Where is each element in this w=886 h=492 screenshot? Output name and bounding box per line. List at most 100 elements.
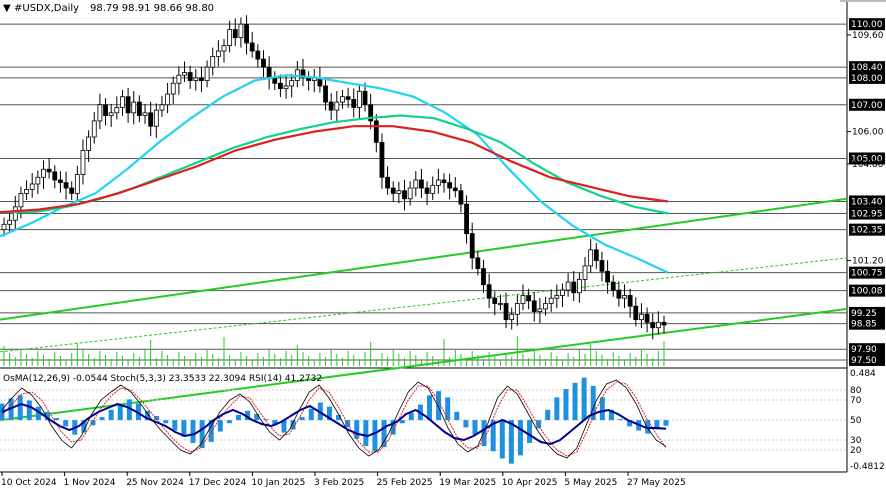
candle-body (272, 77, 278, 84)
candle-body (599, 260, 605, 272)
candle-body (165, 93, 170, 106)
time-axis-label: 10 Jan 2025 (251, 478, 305, 488)
candle-body (543, 303, 548, 310)
candle-body (142, 112, 148, 116)
candle-body (402, 190, 407, 200)
candle-body (52, 171, 58, 181)
time-axis-label: 3 Feb 2025 (314, 478, 364, 488)
indicator-tick-label: 20 (850, 446, 862, 456)
indicator-tick-label: 80 (850, 386, 862, 396)
candle-body (560, 289, 565, 296)
level-tag-label: 97.50 (851, 356, 877, 366)
candle-body (29, 183, 35, 190)
candle-body (520, 295, 526, 304)
candle-body (41, 168, 46, 178)
candle-body (278, 82, 283, 90)
level-tag-label: 102.95 (851, 210, 883, 220)
osma-bar (427, 395, 433, 421)
candle-body (588, 249, 594, 267)
candle-body (554, 295, 560, 299)
osma-bar (299, 417, 305, 421)
candle-body (509, 313, 515, 321)
osma-bar (226, 420, 232, 424)
osma-bar (618, 419, 624, 421)
candle-body (261, 58, 266, 68)
candle-body (379, 141, 385, 178)
osma-bar (26, 400, 32, 421)
candle-body (148, 112, 154, 127)
time-axis-label: 10 Apr 2025 (502, 478, 558, 488)
candle-body (46, 168, 52, 173)
candle-body (616, 289, 622, 299)
candle-body (492, 297, 498, 304)
time-axis-label: 25 Feb 2025 (377, 478, 433, 488)
indicator-tick-label: 70 (850, 396, 862, 406)
level-tag-label: 98.85 (851, 320, 877, 330)
candle-body (650, 321, 656, 329)
osma-bar (172, 420, 178, 431)
osma-bar (190, 420, 196, 443)
level-tag-label: 103.40 (851, 197, 883, 207)
candle-body (182, 72, 187, 76)
candle-body (571, 281, 577, 294)
candle-body (18, 193, 24, 208)
candle-body (266, 66, 272, 79)
candle-body (193, 77, 199, 81)
candle-body (435, 179, 441, 186)
candle-body (7, 219, 13, 225)
osma-bar (545, 409, 551, 421)
time-axis-label: 17 Dec 2024 (189, 478, 247, 488)
osma-bar (254, 413, 260, 421)
candle-body (345, 96, 351, 100)
price-tick-label: 109.60 (852, 31, 884, 41)
arrow-icon[interactable]: ▼ (3, 3, 11, 14)
candle-body (91, 120, 97, 138)
candle-body (514, 303, 520, 315)
osma-bar (117, 404, 123, 421)
osma-bar (499, 420, 505, 459)
osma-bar (372, 420, 378, 452)
time-axis-label: 5 May 2025 (564, 478, 617, 488)
candle-body (639, 313, 644, 321)
candle-body (526, 295, 532, 302)
candle-body (187, 72, 193, 81)
candle-body (475, 257, 481, 270)
osma-bar (108, 409, 114, 421)
candle-body (199, 77, 204, 81)
candle-body (469, 233, 475, 259)
candle-body (356, 90, 362, 108)
price-chart[interactable]: 110.00108.40108.00107.00105.00103.40102.… (0, 0, 886, 492)
indicator-tick-label: 0.484 (850, 369, 876, 379)
level-tag-label: 110.00 (851, 20, 883, 30)
osma-bar (408, 412, 414, 421)
osma-bar (54, 418, 60, 421)
osma-bar (217, 420, 223, 432)
candle-body (12, 206, 18, 221)
level-tag-label: 102.35 (851, 226, 883, 236)
osma-bar (63, 420, 69, 427)
scroll-indicator[interactable] (840, 0, 886, 2)
candle-body (390, 187, 396, 194)
candle-body (238, 23, 244, 39)
osma-bar (163, 420, 169, 424)
candle-body (503, 303, 509, 321)
osma-bar (563, 389, 569, 421)
candle-body (576, 278, 582, 294)
candle-body (35, 176, 41, 185)
candle-body (227, 29, 233, 47)
chart-background (0, 0, 886, 492)
candle-body (362, 90, 368, 106)
level-tag-label: 99.25 (851, 309, 877, 319)
osma-bar (399, 420, 405, 424)
osma-bar (308, 408, 314, 421)
osma-bar (235, 414, 241, 421)
osma-bar (454, 411, 460, 421)
candle-body (283, 85, 289, 90)
candle-body (531, 300, 537, 312)
candle-body (120, 96, 125, 108)
candle-body (289, 80, 295, 87)
candle-body (86, 136, 92, 151)
candle-body (430, 184, 436, 194)
symbol-title: #USDX,Daily (14, 3, 79, 14)
indicator-tick-label: -0.4812 (850, 462, 885, 472)
